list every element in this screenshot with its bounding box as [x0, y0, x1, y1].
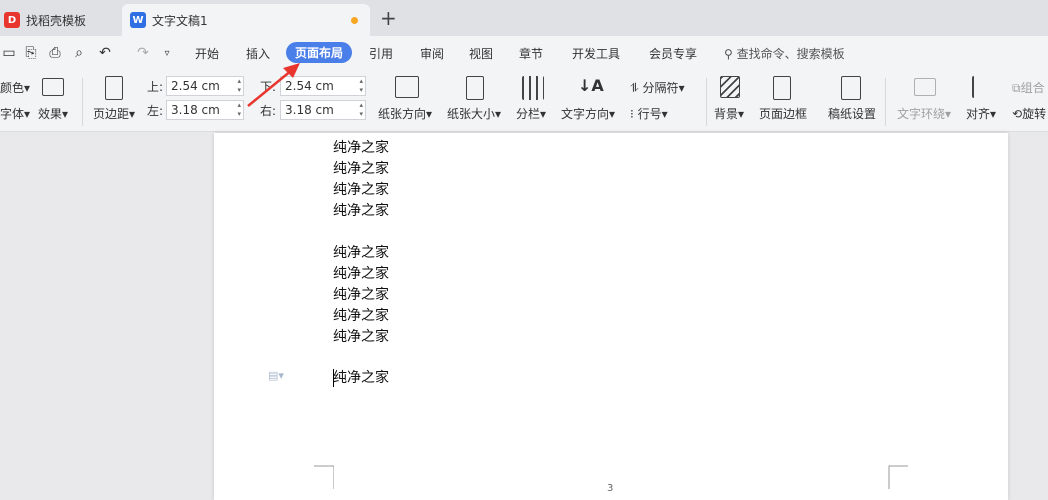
- search-icon: ⚲: [724, 47, 733, 61]
- menu-membership[interactable]: 会员专享: [649, 45, 697, 62]
- wps-writer-icon: W: [130, 12, 146, 28]
- page-corner-mark-left: [314, 465, 334, 489]
- background-button[interactable]: 背景▾: [714, 105, 744, 122]
- margins-button[interactable]: 页边距▾: [93, 105, 135, 122]
- manuscript-icon: [841, 76, 861, 100]
- tab-bar: D 找稻壳模板 W 文字文稿1 +: [0, 0, 1048, 36]
- save-icon[interactable]: ▭: [0, 44, 18, 62]
- theme-effect-button[interactable]: 效果▾: [38, 105, 68, 122]
- redo-icon[interactable]: ↷: [134, 44, 152, 62]
- menu-review[interactable]: 审阅: [420, 45, 444, 62]
- text-line: 纯净之家: [333, 203, 389, 219]
- text-cursor: [333, 369, 334, 387]
- orientation-icon: [395, 76, 419, 98]
- menu-page-layout[interactable]: 页面布局: [286, 42, 353, 63]
- page-corner-mark-right: [888, 465, 908, 489]
- group-icon: ⧉: [1012, 81, 1021, 95]
- search-placeholder: 查找命令、搜索模板: [736, 47, 845, 61]
- text-direction-button[interactable]: 文字方向▾: [561, 105, 615, 122]
- page-border-button[interactable]: 页面边框: [759, 105, 807, 122]
- margins-icon: [105, 76, 123, 100]
- customize-dropdown-icon[interactable]: ▿: [158, 44, 176, 62]
- print-icon[interactable]: ⎙: [46, 44, 64, 62]
- text-line: 纯净之家: [333, 329, 389, 345]
- align-button[interactable]: 对齐▾: [966, 105, 996, 122]
- paper-size-icon: [466, 76, 484, 100]
- theme-color-button[interactable]: 颜色▾: [0, 79, 30, 96]
- tab-document[interactable]: W 文字文稿1: [122, 4, 370, 36]
- theme-effect-icon: [42, 78, 64, 96]
- text-line: 纯净之家: [333, 182, 389, 198]
- export-pdf-icon[interactable]: ⎘: [22, 44, 40, 62]
- text-line: 纯净之家: [333, 245, 389, 261]
- paragraph-layout-icon[interactable]: ▤▾: [268, 369, 284, 382]
- menu-bar: ▭ ⎘ ⎙ ⌕ ↶ ↷ ▿ 开始 插入 页面布局 引用 审阅 视图 章节 开发工…: [0, 36, 1048, 70]
- menu-home[interactable]: 开始: [195, 45, 219, 62]
- columns-icon: [522, 76, 544, 100]
- bottom-margin-label: 下:: [260, 80, 277, 94]
- text-direction-icon: ↓A: [578, 76, 604, 95]
- page-number: 3: [607, 483, 614, 494]
- print-preview-icon[interactable]: ⌕: [70, 44, 88, 62]
- orientation-button[interactable]: 纸张方向▾: [378, 105, 432, 122]
- break-icon: ⥮: [630, 81, 643, 95]
- new-tab-plus-icon[interactable]: +: [380, 6, 397, 30]
- menu-chapter[interactable]: 章节: [519, 45, 543, 62]
- top-margin-label: 上:: [147, 80, 164, 94]
- line-numbers-icon: ⁝: [630, 107, 638, 121]
- paper-size-button[interactable]: 纸张大小▾: [447, 105, 501, 122]
- docer-icon: D: [4, 12, 20, 28]
- line-numbers-button[interactable]: ⁝ 行号▾: [630, 105, 668, 122]
- text-line: 纯净之家: [333, 266, 389, 282]
- page-layout-ribbon: 颜色▾ 字体▾ 效果▾ 页边距▾ 上: 2.54 cm ▴ ▾ 左: 3.18 cm…: [0, 70, 1048, 132]
- background-icon: [720, 76, 740, 98]
- text-line: 纯净之家: [333, 140, 389, 156]
- align-icon: [972, 76, 990, 98]
- left-margin-input[interactable]: 3.18 cm ▴ ▾: [166, 100, 244, 120]
- manuscript-button[interactable]: 稿纸设置: [828, 105, 876, 122]
- menu-references[interactable]: 引用: [369, 45, 393, 62]
- menu-developer[interactable]: 开发工具: [572, 45, 620, 62]
- text-wrap-button[interactable]: 文字环绕▾: [897, 105, 951, 122]
- break-button[interactable]: ⥮ 分隔符▾: [630, 79, 685, 96]
- bottom-margin-input[interactable]: 2.54 cm ▴ ▾: [280, 76, 366, 96]
- tab-label: 文字文稿1: [152, 13, 208, 28]
- tab-label: 找稻壳模板: [26, 13, 87, 28]
- unsaved-indicator-icon: [351, 17, 358, 24]
- tab-docer-templates[interactable]: D 找稻壳模板: [0, 4, 120, 36]
- undo-icon[interactable]: ↶: [96, 44, 114, 62]
- theme-font-button[interactable]: 字体▾: [0, 105, 30, 122]
- command-search[interactable]: ⚲ 查找命令、搜索模板: [724, 45, 845, 62]
- rotate-icon: ⟲: [1012, 107, 1023, 121]
- rotate-button[interactable]: ⟲旋转: [1012, 105, 1046, 122]
- right-margin-input[interactable]: 3.18 cm ▴ ▾: [280, 100, 366, 120]
- menu-insert[interactable]: 插入: [246, 45, 270, 62]
- text-wrap-icon: [914, 78, 936, 96]
- columns-button[interactable]: 分栏▾: [516, 105, 546, 122]
- text-line: 纯净之家: [333, 308, 389, 324]
- page-border-icon: [773, 76, 791, 100]
- group-button[interactable]: ⧉组合: [1012, 79, 1045, 96]
- left-margin-label: 左:: [147, 104, 164, 118]
- right-margin-label: 右:: [260, 104, 277, 118]
- menu-view[interactable]: 视图: [469, 45, 493, 62]
- text-line: 纯净之家: [333, 370, 389, 386]
- top-margin-input[interactable]: 2.54 cm ▴ ▾: [166, 76, 244, 96]
- text-line: 纯净之家: [333, 287, 389, 303]
- text-line: 纯净之家: [333, 161, 389, 177]
